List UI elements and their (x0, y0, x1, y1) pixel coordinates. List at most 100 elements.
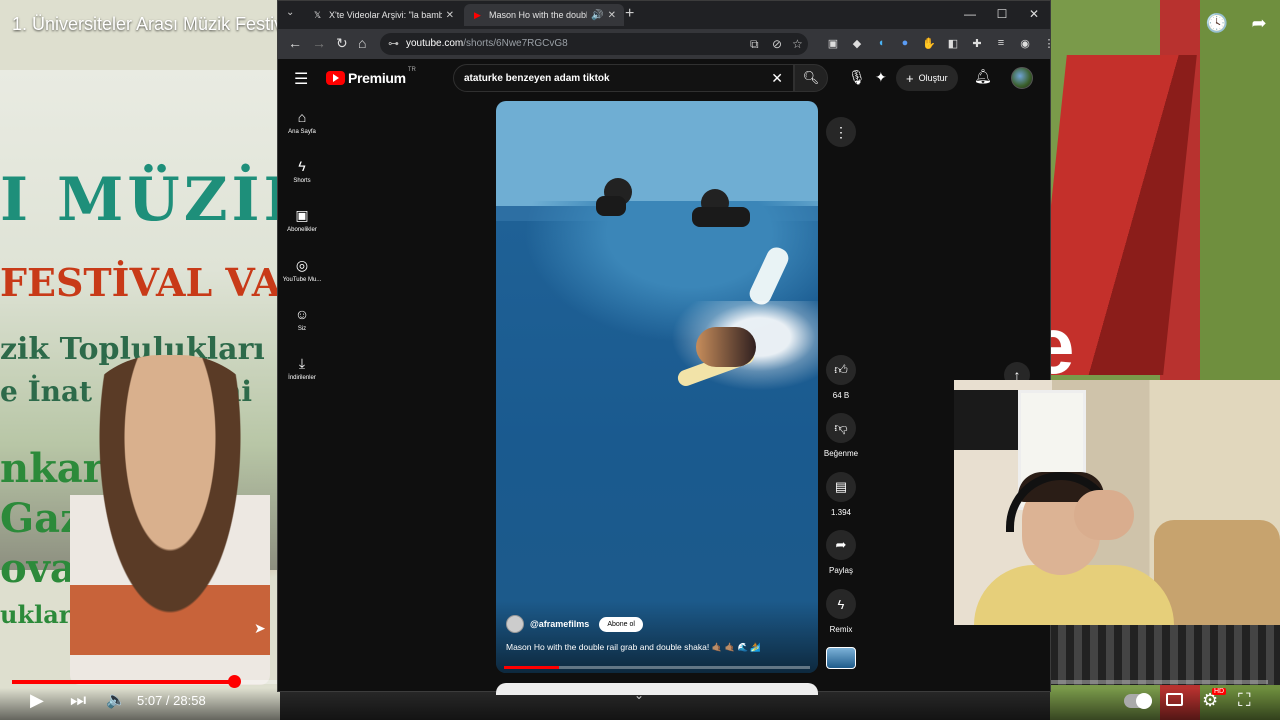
sidebar-item-youtube-music[interactable]: ◎ YouTube Mu... (278, 257, 326, 283)
extension-hand-icon[interactable]: ✋ (922, 36, 936, 50)
bookmark-star-icon[interactable]: ☆ (792, 37, 803, 51)
sidebar-item-you[interactable]: ☺ Siz (278, 306, 326, 332)
autoplay-toggle[interactable] (1124, 693, 1152, 709)
home-icon: ⌂ (297, 109, 307, 125)
tab-x-archive[interactable]: 𝕏 X'te Videolar Arşivi: "la bamba | ✕ (304, 4, 462, 26)
time-display: 5:07 / 28:58 (137, 693, 206, 708)
share-label: Paylaş (828, 566, 853, 575)
close-icon[interactable]: ✕ (446, 10, 454, 21)
back-arrow-icon[interactable]: ← (288, 35, 302, 51)
new-tab-plus-icon[interactable]: + (625, 5, 634, 23)
dislike-action[interactable]: 👎︎ Beğenme (824, 413, 858, 458)
sidebar-item-subscriptions[interactable]: ▣ Abonelikler (278, 207, 326, 233)
mouse-cursor-icon: ➤ (254, 620, 266, 636)
search-button[interactable]: 🔍︎ (794, 64, 828, 92)
extension-icon[interactable]: ▣ (826, 36, 840, 50)
short-caption[interactable]: Mason Ho with the double rail grab and d… (506, 642, 761, 653)
watch-later-icon[interactable]: 🕓 (1206, 12, 1228, 34)
address-bar[interactable]: ⊶ youtube.com/shorts/6Nwe7RGCvG8 ⧉ ⊘ ☆ (380, 33, 808, 55)
tab-label: Mason Ho with the double (489, 10, 588, 20)
minimize-icon[interactable]: — (954, 1, 986, 27)
webcam-person-hand (1074, 490, 1134, 540)
next-short-preview[interactable] (496, 683, 818, 695)
tab-youtube-short[interactable]: ▶ Mason Ho with the double 🔊 ✕ (464, 4, 624, 26)
sidebar-item-label: Siz (297, 326, 307, 332)
shorts-icon: ϟ (298, 158, 306, 174)
microphone-icon[interactable]: 🎙︎ (848, 69, 866, 86)
close-window-icon[interactable]: ✕ (1018, 1, 1050, 27)
volume-icon[interactable]: 🔈 (106, 690, 126, 710)
channel-name[interactable]: @aframefilms (530, 619, 589, 629)
youtube-premium-logo[interactable]: Premium TR (326, 67, 416, 86)
share-action[interactable]: ➦ Paylaş (826, 530, 856, 575)
region-code: TR (407, 67, 416, 73)
plus-icon: + (906, 70, 914, 86)
share-icon[interactable]: ➦ (1248, 12, 1270, 34)
reload-icon[interactable]: ↻ (336, 35, 348, 52)
captions-icon[interactable] (1166, 693, 1183, 706)
video-title[interactable]: 1. Üniversiteler Arası Müzik Festiv (12, 14, 283, 35)
extension-box-icon[interactable]: ◧ (946, 36, 960, 50)
close-icon[interactable]: ✕ (608, 10, 616, 21)
sound-thumbnail[interactable] (826, 647, 856, 669)
create-label: Oluştur (918, 73, 948, 83)
video-progress-fill (12, 680, 235, 684)
like-action[interactable]: 👍︎ 64 B (826, 355, 856, 400)
banner-line: ukları (0, 600, 81, 629)
surfer-body (596, 196, 626, 216)
forward-arrow-icon[interactable]: → (312, 35, 326, 51)
fullscreen-icon[interactable]: ⛶ (1238, 690, 1251, 711)
background-grille (1050, 625, 1280, 685)
dislike-label: Beğenme (823, 449, 859, 458)
subscribe-button[interactable]: Abone ol (599, 616, 643, 632)
short-progress-fill (504, 666, 560, 669)
profile-avatar-icon[interactable]: ◉ (1018, 36, 1032, 50)
x-logo-icon: 𝕏 (313, 9, 322, 20)
search-input[interactable]: ataturke benzeyen adam tiktok ✕ (453, 64, 794, 92)
share-arrow-icon[interactable]: ➦ (826, 530, 856, 560)
sidebar-item-home[interactable]: ⌂ Ana Sayfa (278, 109, 326, 135)
eye-off-icon[interactable]: ⊘ (772, 37, 782, 51)
avatar[interactable] (1011, 67, 1033, 89)
speaker-icon[interactable]: 🔊 (591, 10, 603, 21)
thumbs-down-icon[interactable]: 👎︎ (826, 413, 856, 443)
thumbs-up-icon[interactable]: 👍︎ (826, 355, 856, 385)
short-progress-bar[interactable] (504, 666, 810, 669)
comment-icon[interactable]: ▤ (826, 472, 856, 502)
extension-audio-icon[interactable]: ◖ (874, 36, 888, 50)
create-button[interactable]: + Oluştur (896, 65, 958, 91)
play-icon[interactable]: ▶ (30, 690, 44, 711)
tab-search-chevron-icon[interactable]: ⌄ (286, 7, 294, 18)
shorts-video-player[interactable]: @aframefilms Abone ol Mason Ho with the … (496, 101, 818, 673)
download-icon: ⤓ (298, 355, 306, 371)
subscriptions-icon: ▣ (295, 207, 309, 223)
extension-diamond-icon[interactable]: ◆ (850, 36, 864, 50)
sidebar-item-label: İndirilenler (288, 375, 316, 381)
remix-action[interactable]: ϟ Remix (826, 589, 856, 634)
cast-icon[interactable]: ⧉ (750, 37, 759, 52)
webcam-person-body (974, 565, 1174, 625)
next-icon[interactable]: ⏭ (70, 690, 86, 711)
sidebar-item-downloads[interactable]: ⤓ İndirilenler (278, 355, 326, 381)
media-control-icon[interactable]: ≡ (994, 36, 1008, 50)
home-icon[interactable]: ⌂ (358, 35, 366, 51)
maximize-icon[interactable]: ☐ (986, 1, 1018, 27)
extensions-puzzle-icon[interactable]: ✚ (970, 36, 984, 50)
url-text: youtube.com/shorts/6Nwe7RGCvG8 (406, 38, 568, 49)
url-path: /shorts/6Nwe7RGCvG8 (463, 38, 568, 49)
sidebar-item-shorts[interactable]: ϟ Shorts (278, 158, 326, 184)
site-info-icon[interactable]: ⊶ (388, 37, 399, 50)
extension-globe-icon[interactable]: ● (898, 36, 912, 50)
more-options-icon[interactable]: ⋮ (826, 117, 856, 147)
hd-badge: HD (1212, 688, 1227, 695)
clear-search-icon[interactable]: ✕ (771, 70, 783, 87)
channel-avatar[interactable] (506, 615, 524, 633)
hamburger-menu-icon[interactable]: ☰ (294, 69, 308, 89)
comments-action[interactable]: ▤ 1.394 (826, 472, 856, 517)
kebab-menu-icon[interactable]: ⋮ (1042, 36, 1056, 50)
like-count: 64 B (832, 391, 850, 400)
notifications-bell-icon[interactable]: 🔔︎ (974, 68, 992, 85)
sparkle-icon[interactable]: ✦ (875, 69, 887, 86)
banner-line: FESTİVAL VA (0, 260, 282, 305)
remix-icon[interactable]: ϟ (826, 589, 856, 619)
